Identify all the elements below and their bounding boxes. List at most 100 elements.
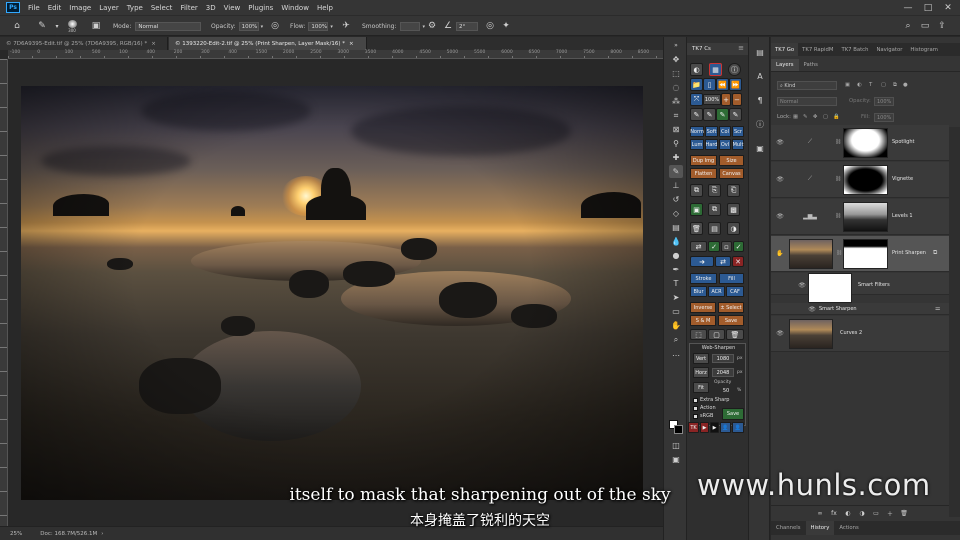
- save-button[interactable]: Save: [718, 315, 744, 326]
- brush-settings-icon[interactable]: ▣: [90, 20, 102, 32]
- close-icon[interactable]: ×: [151, 41, 156, 47]
- flow-field[interactable]: 100%: [308, 22, 329, 31]
- fit-button[interactable]: Fit: [693, 382, 709, 393]
- collapse-icon[interactable]: »: [669, 39, 683, 52]
- flatten-button[interactable]: Flatten: [690, 168, 717, 179]
- frame-tool-icon[interactable]: ⊠: [669, 123, 683, 136]
- tab-histogram[interactable]: Histogram: [906, 43, 941, 56]
- close-window-button[interactable]: ✕: [938, 0, 958, 15]
- tk7-new-icon[interactable]: ▯: [703, 78, 716, 91]
- gear-icon[interactable]: ⚙: [426, 20, 438, 32]
- tk-logo-button[interactable]: TK: [688, 422, 699, 433]
- pressure-opacity-icon[interactable]: ◎: [269, 20, 281, 32]
- chevron-down-icon[interactable]: ▾: [51, 20, 63, 32]
- layer-row-smart-filters[interactable]: 👁 Smart Filters: [771, 273, 949, 303]
- caf-button[interactable]: CAF: [726, 286, 744, 297]
- layers-scrollbar[interactable]: [949, 127, 960, 517]
- menu-layer[interactable]: Layer: [95, 4, 123, 12]
- menu-3d[interactable]: 3D: [202, 4, 220, 12]
- pressure-size-icon[interactable]: ◎: [484, 20, 496, 32]
- type-filter-icon[interactable]: T: [869, 82, 872, 88]
- tk7-zoom-value[interactable]: 100%: [703, 94, 721, 105]
- path-select-tool-icon[interactable]: ➤: [669, 291, 683, 304]
- layer-row-smart-sharpen[interactable]: 👁 Smart Sharpen ⚌: [771, 303, 949, 315]
- pixel-filter-icon[interactable]: ▣: [845, 82, 850, 88]
- properties-icon[interactable]: ▣: [754, 142, 766, 154]
- fill-field[interactable]: 100%: [874, 113, 894, 122]
- blur-button[interactable]: Blur: [690, 286, 707, 297]
- tk7-open-icon[interactable]: 📁: [690, 78, 703, 91]
- acr-button[interactable]: ACR: [708, 286, 725, 297]
- menu-select[interactable]: Select: [147, 4, 177, 12]
- layer-row-print-sharpen[interactable]: ✋ ⛓ Print Sharpen ⧉: [771, 236, 949, 272]
- smart-object-filter-icon[interactable]: ⧉: [893, 82, 897, 89]
- menu-plugins[interactable]: Plugins: [244, 4, 277, 12]
- filter-options-icon[interactable]: ⚌: [935, 305, 940, 312]
- tk7-fit-icon[interactable]: ⤧: [690, 93, 703, 106]
- chevron-down-icon[interactable]: ▾: [330, 24, 333, 30]
- select-button[interactable]: ± Select: [718, 302, 744, 313]
- symmetry-icon[interactable]: ✦: [500, 20, 512, 32]
- blend-ovl-button[interactable]: Ovl: [719, 139, 731, 150]
- smoothing-field[interactable]: [400, 22, 421, 31]
- chevron-down-icon[interactable]: ▾: [261, 24, 264, 30]
- filter-toggle-icon[interactable]: ●: [903, 82, 908, 88]
- close-icon[interactable]: ×: [349, 41, 354, 47]
- smart-filter-mask-thumbnail[interactable]: [808, 273, 852, 303]
- panel-menu-icon[interactable]: ≡: [738, 44, 744, 52]
- horz-value-field[interactable]: 2048: [712, 368, 734, 377]
- opacity-field[interactable]: 100%: [238, 22, 259, 31]
- visibility-eye-icon[interactable]: 👁: [776, 212, 784, 220]
- brush-tool-icon[interactable]: ✎: [36, 20, 48, 32]
- home-icon[interactable]: ⌂: [11, 20, 23, 32]
- user-icon[interactable]: 👤: [732, 422, 744, 433]
- web-sharpen-save-button[interactable]: Save: [722, 408, 744, 420]
- lock-position-icon[interactable]: ✥: [813, 114, 817, 120]
- background-color-swatch[interactable]: [674, 425, 683, 434]
- menu-type[interactable]: Type: [123, 4, 147, 12]
- menu-file[interactable]: File: [24, 4, 44, 12]
- vert-value-field[interactable]: 1080: [712, 354, 734, 363]
- layer-comps-icon[interactable]: ▤: [754, 46, 766, 58]
- move-tool-icon[interactable]: ✥: [669, 53, 683, 66]
- gradient-tool-icon[interactable]: ▤: [669, 221, 683, 234]
- screen-mode-icon[interactable]: ▣: [669, 453, 683, 466]
- opacity-value[interactable]: 50: [718, 386, 734, 395]
- tk7-brush-gray-icon[interactable]: ✎: [729, 108, 742, 121]
- fill-button[interactable]: Fill: [719, 273, 744, 284]
- menu-edit[interactable]: Edit: [44, 4, 66, 12]
- dup-img-button[interactable]: Dup Img: [690, 155, 717, 166]
- play-icon[interactable]: ▶: [710, 422, 719, 433]
- visibility-eye-icon[interactable]: 👁: [776, 329, 784, 337]
- workspace-icon[interactable]: ▭: [919, 20, 931, 32]
- brush-preset-picker[interactable]: 300: [64, 20, 80, 33]
- blend-soft-button[interactable]: Soft: [705, 126, 718, 137]
- blend-mode-select[interactable]: Normal: [777, 97, 837, 106]
- mode-select[interactable]: Normal: [135, 22, 202, 31]
- visibility-eye-icon[interactable]: ✋: [776, 249, 784, 257]
- horz-button[interactable]: Horz: [693, 367, 709, 378]
- menu-filter[interactable]: Filter: [176, 4, 201, 12]
- vert-button[interactable]: Vert: [693, 353, 709, 364]
- layer-mask-thumbnail[interactable]: [843, 202, 888, 232]
- doc-tab-2[interactable]: © 1393220-Edit-2.tif @ 25% (Print Sharpe…: [169, 37, 367, 50]
- pen-tool-icon[interactable]: ✒: [669, 263, 683, 276]
- lock-artboard-icon[interactable]: ▢: [823, 114, 828, 120]
- tk7-play-icon[interactable]: ➜: [690, 256, 714, 267]
- maximize-button[interactable]: □: [918, 0, 938, 15]
- lasso-tool-icon[interactable]: ◌: [669, 81, 683, 94]
- tk7-layer-new-icon[interactable]: ⧉: [690, 184, 703, 197]
- info-icon[interactable]: ⓘ: [754, 118, 766, 130]
- menu-help[interactable]: Help: [313, 4, 337, 12]
- airbrush-icon[interactable]: ✈: [340, 20, 352, 32]
- chain-link-icon[interactable]: ⛓: [835, 139, 841, 145]
- brush-tool-icon[interactable]: ✎: [669, 165, 683, 178]
- tab-tk7-batch[interactable]: TK7 Batch: [837, 43, 872, 56]
- size-button[interactable]: Size: [719, 155, 744, 166]
- layer-mask-thumbnail[interactable]: [843, 239, 888, 269]
- layer-row-spotlight[interactable]: 👁 ⟋ ⛓ Spotlight: [771, 125, 949, 161]
- tk7-selection-icon[interactable]: ⬚: [690, 329, 707, 340]
- tab-navigator[interactable]: Navigator: [872, 43, 906, 56]
- doc-tab-1[interactable]: © 7D6A9395-Edit.tif @ 25% (7D6A9395, RGB…: [0, 37, 168, 50]
- tk7-square-icon[interactable]: ▫: [721, 241, 732, 252]
